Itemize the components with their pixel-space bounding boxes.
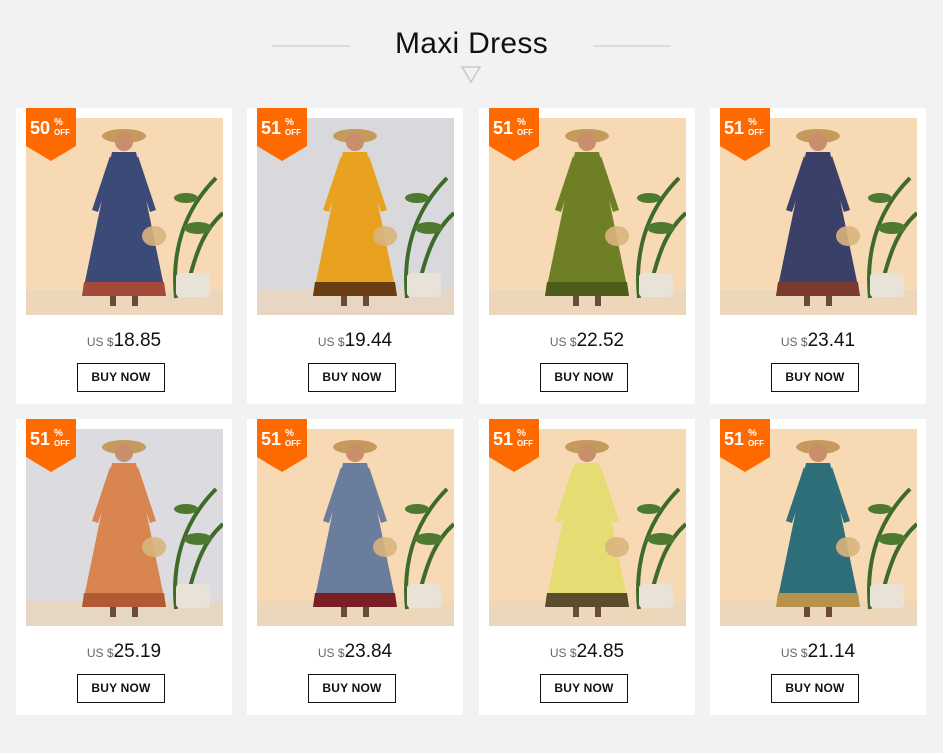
discount-value: 51 (493, 429, 514, 449)
discount-percent-sign: % (285, 117, 294, 128)
product-card[interactable]: 51 % OFF US $19.44 BUY NOW (247, 108, 463, 404)
discount-percent-sign: % (285, 428, 294, 439)
discount-percent-sign: % (748, 117, 757, 128)
currency-label: US $ (780, 646, 808, 660)
discount-badge: 51 % OFF (257, 108, 307, 161)
discount-value: 50 (30, 118, 51, 138)
price-amount: 21.14 (807, 641, 856, 662)
buy-now-button[interactable]: BUY NOW (771, 363, 859, 392)
price: US $18.85 (16, 329, 232, 354)
price: US $19.44 (247, 329, 463, 354)
discount-value: 51 (493, 118, 514, 138)
buy-now-button[interactable]: BUY NOW (308, 363, 396, 392)
currency-label: US $ (86, 646, 114, 660)
price-amount: 23.41 (807, 330, 856, 351)
currency-label: US $ (549, 646, 577, 660)
price: US $22.52 (479, 329, 695, 354)
discount-off-label: OFF (748, 439, 764, 448)
discount-badge: 51 % OFF (489, 108, 539, 161)
currency-label: US $ (780, 335, 808, 349)
discount-badge: 51 % OFF (257, 419, 307, 472)
product-card[interactable]: 50 % OFF US $18.85 BUY NOW (16, 108, 232, 404)
buy-now-button[interactable]: BUY NOW (540, 363, 628, 392)
buy-now-button[interactable]: BUY NOW (771, 674, 859, 703)
price-amount: 23.84 (344, 641, 393, 662)
discount-off-label: OFF (54, 439, 70, 448)
buy-now-button[interactable]: BUY NOW (308, 674, 396, 703)
buy-now-button[interactable]: BUY NOW (77, 674, 165, 703)
discount-badge: 51 % OFF (720, 108, 770, 161)
price: US $24.85 (479, 640, 695, 665)
discount-badge: 51 % OFF (489, 419, 539, 472)
buy-now-button[interactable]: BUY NOW (540, 674, 628, 703)
discount-percent-sign: % (748, 428, 757, 439)
price: US $23.84 (247, 640, 463, 665)
section-title: Maxi Dress (394, 27, 548, 60)
price-amount: 22.52 (576, 330, 625, 351)
discount-value: 51 (30, 429, 51, 449)
product-card[interactable]: 51 % OFF US $22.52 BUY NOW (479, 108, 695, 404)
currency-label: US $ (317, 335, 345, 349)
down-triangle-icon (461, 66, 481, 84)
price-amount: 19.44 (344, 330, 393, 351)
section-header: Maxi Dress (0, 0, 943, 108)
price-amount: 18.85 (113, 330, 162, 351)
price: US $25.19 (16, 640, 232, 665)
discount-percent-sign: % (517, 117, 526, 128)
currency-label: US $ (549, 335, 577, 349)
buy-now-button[interactable]: BUY NOW (77, 363, 165, 392)
discount-percent-sign: % (517, 428, 526, 439)
product-card[interactable]: 51 % OFF US $21.14 BUY NOW (710, 419, 926, 715)
product-card[interactable]: 51 % OFF US $23.41 BUY NOW (710, 108, 926, 404)
title-divider-right (593, 45, 671, 47)
currency-label: US $ (317, 646, 345, 660)
discount-off-label: OFF (517, 128, 533, 137)
product-card[interactable]: 51 % OFF US $24.85 BUY NOW (479, 419, 695, 715)
discount-off-label: OFF (285, 128, 301, 137)
currency-label: US $ (86, 335, 114, 349)
discount-badge: 51 % OFF (720, 419, 770, 472)
price-amount: 24.85 (576, 641, 625, 662)
discount-off-label: OFF (54, 128, 70, 137)
discount-value: 51 (724, 429, 745, 449)
price: US $21.14 (710, 640, 926, 665)
discount-value: 51 (724, 118, 745, 138)
product-card[interactable]: 51 % OFF US $23.84 BUY NOW (247, 419, 463, 715)
discount-badge: 50 % OFF (26, 108, 76, 161)
discount-badge: 51 % OFF (26, 419, 76, 472)
discount-percent-sign: % (54, 117, 63, 128)
price-amount: 25.19 (113, 641, 162, 662)
discount-value: 51 (261, 118, 282, 138)
discount-percent-sign: % (54, 428, 63, 439)
price: US $23.41 (710, 329, 926, 354)
discount-off-label: OFF (285, 439, 301, 448)
discount-off-label: OFF (517, 439, 533, 448)
discount-off-label: OFF (748, 128, 764, 137)
product-card[interactable]: 51 % OFF US $25.19 BUY NOW (16, 419, 232, 715)
discount-value: 51 (261, 429, 282, 449)
